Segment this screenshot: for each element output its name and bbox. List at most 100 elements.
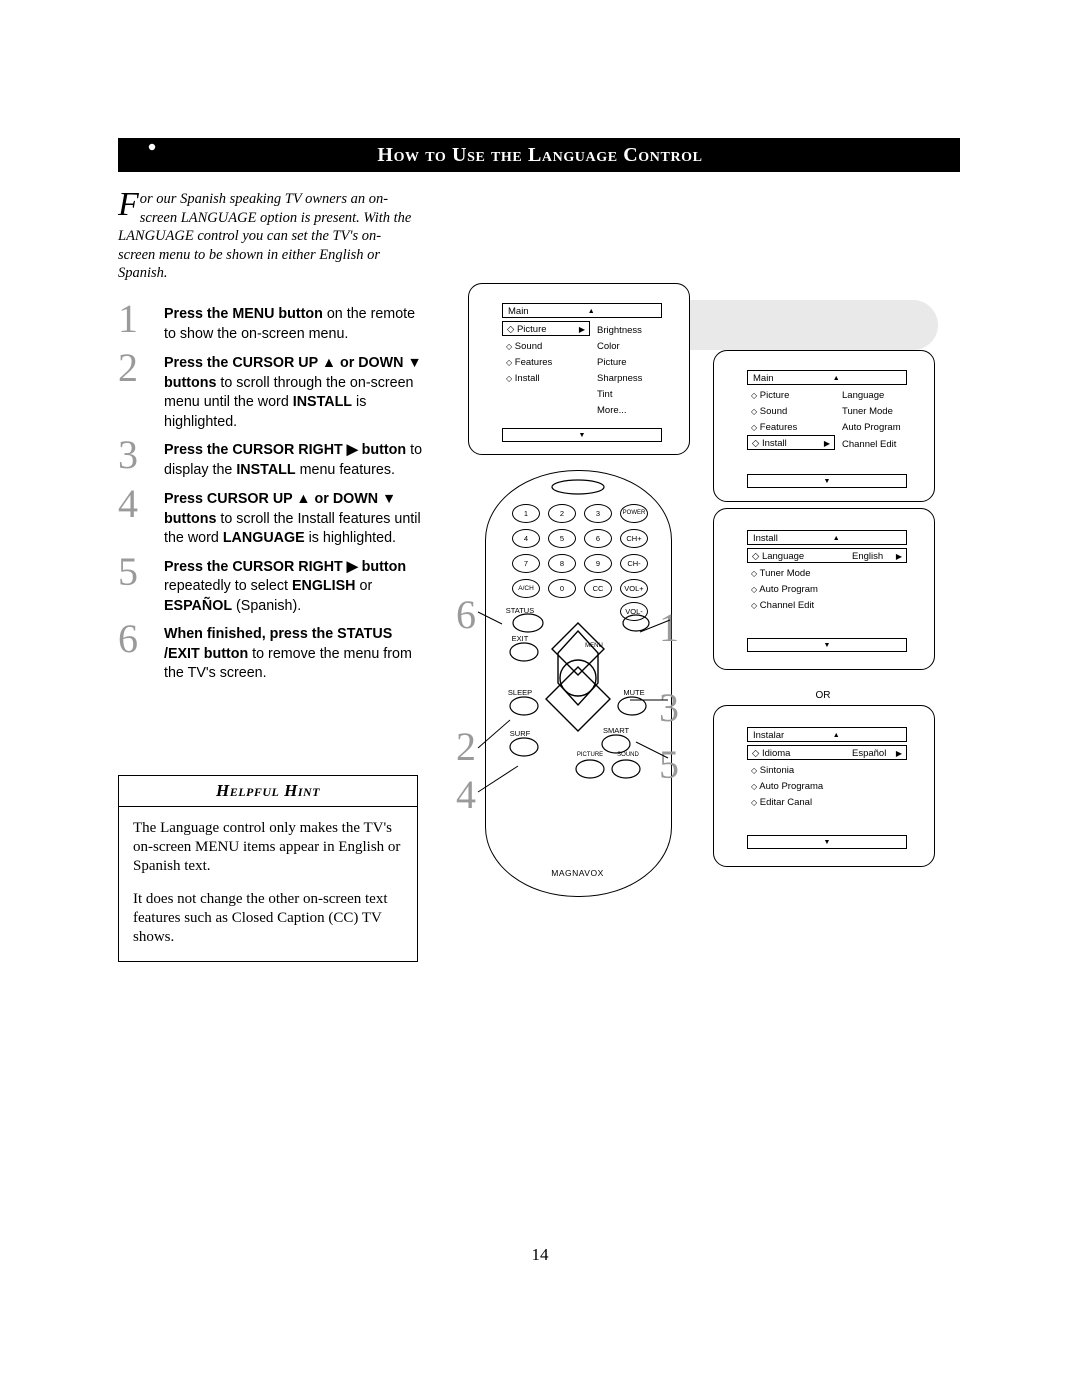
decorative-shadow <box>668 300 938 350</box>
chevron-up-icon: ▲ <box>832 535 840 542</box>
osd-title-bar: Install ▲ <box>747 530 907 545</box>
osd-item-label: Color <box>597 341 620 352</box>
osd-item-sound: ◇ Sound <box>751 406 788 417</box>
osd-title-text: Main <box>753 373 774 384</box>
osd-item-language: Language <box>842 390 884 401</box>
osd-item-label: Features <box>759 422 798 433</box>
chevron-up-icon: ▲ <box>832 732 840 739</box>
osd-item-brightness: Brightness <box>597 325 642 336</box>
remote-brand-label: MAGNAVOX <box>551 868 604 878</box>
osd-item-label: Idioma <box>761 748 791 759</box>
list-item: 5 Press the CURSOR RIGHT ▶ button repeat… <box>118 551 428 617</box>
or-label: OR <box>815 690 831 701</box>
hint-paragraph: The Language control only makes the TV's… <box>133 820 401 874</box>
step-number: 2 <box>118 345 138 390</box>
list-item: 6 When finished, press the STATUS /EXIT … <box>118 619 428 684</box>
tv-screen-install-english: Install ▲ ◇ Language English ▶ ◇ Tuner M… <box>713 508 935 670</box>
osd-item-channel-edit: Channel Edit <box>842 439 896 450</box>
page-title: How to Use the Language Control <box>377 144 703 166</box>
tv-screen-main-picture: Main ▲ ◇ Picture ▶ ◇ Sound ◇ Features ◇ … <box>468 283 690 455</box>
chevron-up-icon: ▲ <box>587 308 595 315</box>
osd-item-label: Install <box>514 373 540 384</box>
osd-item-label: Sintonia <box>759 765 795 776</box>
osd-item-channel-edit: ◇ Channel Edit <box>751 600 815 611</box>
osd-scroll-down[interactable]: ▼ <box>747 835 907 849</box>
osd-item-color: Color <box>597 341 620 352</box>
chevron-right-icon: ▶ <box>895 749 902 758</box>
osd-item-editar-canal: ◇ Editar Canal <box>751 797 813 808</box>
osd-item-label: Channel Edit <box>842 439 897 450</box>
osd-item-label: Tuner Mode <box>759 568 811 579</box>
osd-item-features: ◇ Features <box>751 422 798 433</box>
step-text: Press CURSOR UP ▲ or DOWN ▼ buttons to s… <box>164 491 421 546</box>
intro-text: or our Spanish speaking TV owners an on-… <box>118 191 412 281</box>
osd-item-label: Sound <box>759 406 788 417</box>
osd-title-text: Install <box>753 533 778 544</box>
step-text: Press the CURSOR RIGHT ▶ button to displ… <box>164 442 423 478</box>
osd-item-label: Auto Program <box>842 422 901 433</box>
osd-item-label: Sharpness <box>597 373 643 384</box>
osd-highlighted-item[interactable]: ◇ Idioma Español ▶ <box>747 745 907 760</box>
osd-title-text: Instalar <box>753 730 785 741</box>
osd-item-label: Picture <box>759 390 790 401</box>
step-list: 1 Press the MENU button on the remote to… <box>118 299 428 693</box>
osd-title-bar: Instalar ▲ <box>747 727 907 742</box>
osd-item-label: Channel Edit <box>759 600 815 611</box>
tv-screen-install-spanish: Instalar ▲ ◇ Idioma Español ▶ ◇ Sintonia… <box>713 705 935 867</box>
chevron-right-icon: ▶ <box>895 552 902 561</box>
osd-item-label: Brightness <box>597 325 642 336</box>
osd-item-label: Language <box>842 390 885 401</box>
page-number: 14 <box>531 1245 549 1264</box>
helpful-hint-body: The Language control only makes the TV's… <box>119 807 417 961</box>
list-item: 2 Press the CURSOR UP ▲ or DOWN ▼ button… <box>118 348 428 432</box>
osd-item-label: Auto Programa <box>759 781 824 792</box>
osd-item-picture: Picture <box>597 357 627 368</box>
osd-item-tuner-mode: ◇ Tuner Mode <box>751 568 811 579</box>
hint-paragraph: It does not change the other on-screen t… <box>133 891 388 945</box>
osd-item-label: Editar Canal <box>759 797 813 808</box>
osd-scroll-down[interactable]: ▼ <box>747 638 907 652</box>
osd-item-auto-program: ◇ Auto Program <box>751 584 818 595</box>
step-text: When finished, press the STATUS /EXIT bu… <box>164 626 412 681</box>
osd-item-value: English <box>852 551 884 562</box>
helpful-hint-box: Helpful Hint The Language control only m… <box>118 775 418 962</box>
osd-scroll-down[interactable]: ▼ <box>747 474 907 488</box>
helpful-hint-title: Helpful Hint <box>119 776 417 807</box>
chevron-right-icon: ▶ <box>823 439 830 448</box>
osd-highlighted-item[interactable]: ◇ Picture ▶ <box>502 321 590 336</box>
osd-scroll-down[interactable]: ▼ <box>502 428 662 442</box>
step-number: 5 <box>118 548 138 594</box>
osd-item-label: Picture <box>516 324 547 335</box>
list-item: 1 Press the MENU button on the remote to… <box>118 299 428 345</box>
osd-item-label: Auto Program <box>759 584 818 595</box>
osd-highlighted-item[interactable]: ◇ Language English ▶ <box>747 548 907 563</box>
osd-item-label: Install <box>761 438 787 449</box>
osd-item-label: Tuner Mode <box>842 406 893 417</box>
osd-title-bar: Main ▲ <box>747 370 907 385</box>
tv-screen-main-install: Main ▲ ◇ Picture ◇ Sound ◇ Features ◇ In… <box>713 350 935 502</box>
chevron-right-icon: ▶ <box>578 325 585 334</box>
osd-item-auto-program: Auto Program <box>842 422 901 433</box>
osd-item-features: ◇ Features <box>506 357 553 368</box>
step-number: 6 <box>118 616 138 661</box>
step-number: 1 <box>118 296 138 341</box>
remote-control-icon <box>124 140 170 170</box>
list-item: 4 Press CURSOR UP ▲ or DOWN ▼ buttons to… <box>118 484 428 549</box>
callout-connector-lines <box>477 611 671 793</box>
osd-title-text: Main <box>508 306 529 317</box>
osd-item-auto-programa: ◇ Auto Programa <box>751 781 824 792</box>
step-number: 3 <box>118 432 138 477</box>
osd-item-label: More... <box>597 405 627 416</box>
step-text: Press the CURSOR RIGHT ▶ button repeated… <box>164 558 407 614</box>
chevron-up-icon: ▲ <box>832 375 840 382</box>
step-text: Press the CURSOR UP ▲ or DOWN ▼ buttons … <box>164 355 422 430</box>
list-item: 3 Press the CURSOR RIGHT ▶ button to dis… <box>118 435 428 481</box>
osd-item-sharpness: Sharpness <box>597 373 642 384</box>
step-text: Press the MENU button on the remote to s… <box>164 306 416 342</box>
osd-item-value: Español <box>852 748 887 759</box>
osd-highlighted-item[interactable]: ◇ Install ▶ <box>747 435 835 450</box>
osd-item-more: More... <box>597 405 627 416</box>
intro-paragraph: For our Spanish speaking TV owners an on… <box>118 188 418 283</box>
manual-page: How to Use the Language Control For our … <box>0 0 1080 1397</box>
osd-item-sintonia: ◇ Sintonia <box>751 765 795 776</box>
